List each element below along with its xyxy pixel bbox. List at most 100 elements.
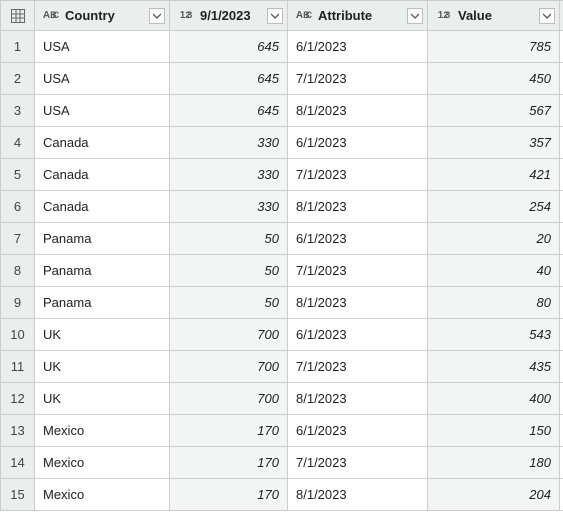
cell[interactable]: 7/1/2023: [288, 255, 428, 286]
row-number[interactable]: 15: [1, 479, 35, 510]
table-row[interactable]: 8Panama507/1/202340: [1, 255, 563, 287]
cell[interactable]: UK: [35, 383, 170, 414]
cell[interactable]: 700: [170, 383, 288, 414]
table-row[interactable]: 7Panama506/1/202320: [1, 223, 563, 255]
row-number[interactable]: 14: [1, 447, 35, 478]
cell[interactable]: 330: [170, 127, 288, 158]
cell[interactable]: 150: [428, 415, 560, 446]
table-row[interactable]: 5Canada3307/1/2023421: [1, 159, 563, 191]
row-number[interactable]: 11: [1, 351, 35, 382]
row-number[interactable]: 12: [1, 383, 35, 414]
cell[interactable]: UK: [35, 319, 170, 350]
column-header-country[interactable]: ABC Country: [35, 1, 170, 30]
cell[interactable]: 8/1/2023: [288, 287, 428, 318]
cell[interactable]: 170: [170, 479, 288, 510]
cell[interactable]: Panama: [35, 287, 170, 318]
cell[interactable]: 645: [170, 95, 288, 126]
cell[interactable]: 6/1/2023: [288, 31, 428, 62]
select-all-corner[interactable]: [1, 1, 35, 30]
cell[interactable]: USA: [35, 31, 170, 62]
column-header-9-1-2023[interactable]: 123 9/1/2023: [170, 1, 288, 30]
row-number[interactable]: 1: [1, 31, 35, 62]
table-row[interactable]: 4Canada3306/1/2023357: [1, 127, 563, 159]
row-number[interactable]: 10: [1, 319, 35, 350]
cell[interactable]: 20: [428, 223, 560, 254]
row-number[interactable]: 2: [1, 63, 35, 94]
cell[interactable]: USA: [35, 95, 170, 126]
cell[interactable]: 543: [428, 319, 560, 350]
cell[interactable]: USA: [35, 63, 170, 94]
filter-dropdown[interactable]: [539, 8, 555, 24]
cell[interactable]: 700: [170, 319, 288, 350]
table-row[interactable]: 14Mexico1707/1/2023180: [1, 447, 563, 479]
cell[interactable]: Panama: [35, 223, 170, 254]
row-number[interactable]: 8: [1, 255, 35, 286]
table-row[interactable]: 3USA6458/1/2023567: [1, 95, 563, 127]
cell[interactable]: 7/1/2023: [288, 351, 428, 382]
table-row[interactable]: 9Panama508/1/202380: [1, 287, 563, 319]
cell[interactable]: 400: [428, 383, 560, 414]
cell[interactable]: Panama: [35, 255, 170, 286]
cell[interactable]: 6/1/2023: [288, 127, 428, 158]
table-row[interactable]: 6Canada3308/1/2023254: [1, 191, 563, 223]
table-row[interactable]: 2USA6457/1/2023450: [1, 63, 563, 95]
cell[interactable]: 8/1/2023: [288, 383, 428, 414]
cell[interactable]: 170: [170, 415, 288, 446]
column-header-attribute[interactable]: ABC Attribute: [288, 1, 428, 30]
table-row[interactable]: 13Mexico1706/1/2023150: [1, 415, 563, 447]
row-number[interactable]: 13: [1, 415, 35, 446]
cell[interactable]: Mexico: [35, 479, 170, 510]
cell[interactable]: 330: [170, 191, 288, 222]
column-header-value[interactable]: 123 Value: [428, 1, 560, 30]
row-number[interactable]: 5: [1, 159, 35, 190]
cell[interactable]: 40: [428, 255, 560, 286]
cell[interactable]: 6/1/2023: [288, 319, 428, 350]
cell[interactable]: 170: [170, 447, 288, 478]
row-number[interactable]: 3: [1, 95, 35, 126]
cell[interactable]: 7/1/2023: [288, 63, 428, 94]
filter-dropdown[interactable]: [149, 8, 165, 24]
cell[interactable]: 8/1/2023: [288, 95, 428, 126]
row-number[interactable]: 9: [1, 287, 35, 318]
cell[interactable]: Mexico: [35, 447, 170, 478]
cell[interactable]: Mexico: [35, 415, 170, 446]
cell[interactable]: 50: [170, 223, 288, 254]
cell[interactable]: 785: [428, 31, 560, 62]
cell[interactable]: Canada: [35, 127, 170, 158]
row-number[interactable]: 6: [1, 191, 35, 222]
row-number[interactable]: 7: [1, 223, 35, 254]
cell[interactable]: 80: [428, 287, 560, 318]
cell[interactable]: 7/1/2023: [288, 159, 428, 190]
table-row[interactable]: 15Mexico1708/1/2023204: [1, 479, 563, 511]
cell[interactable]: Canada: [35, 191, 170, 222]
cell[interactable]: UK: [35, 351, 170, 382]
cell[interactable]: 204: [428, 479, 560, 510]
table-row[interactable]: 10UK7006/1/2023543: [1, 319, 563, 351]
cell[interactable]: 700: [170, 351, 288, 382]
cell[interactable]: 8/1/2023: [288, 479, 428, 510]
cell[interactable]: 645: [170, 31, 288, 62]
cell[interactable]: 435: [428, 351, 560, 382]
cell[interactable]: 6/1/2023: [288, 223, 428, 254]
chevron-down-icon: [543, 12, 551, 20]
cell[interactable]: Canada: [35, 159, 170, 190]
filter-dropdown[interactable]: [267, 8, 283, 24]
cell[interactable]: 180: [428, 447, 560, 478]
table-row[interactable]: 11UK7007/1/2023435: [1, 351, 563, 383]
cell[interactable]: 450: [428, 63, 560, 94]
cell[interactable]: 567: [428, 95, 560, 126]
cell[interactable]: 50: [170, 255, 288, 286]
table-row[interactable]: 12UK7008/1/2023400: [1, 383, 563, 415]
cell[interactable]: 8/1/2023: [288, 191, 428, 222]
cell[interactable]: 357: [428, 127, 560, 158]
table-row[interactable]: 1USA6456/1/2023785: [1, 31, 563, 63]
cell[interactable]: 254: [428, 191, 560, 222]
cell[interactable]: 645: [170, 63, 288, 94]
row-number[interactable]: 4: [1, 127, 35, 158]
cell[interactable]: 7/1/2023: [288, 447, 428, 478]
filter-dropdown[interactable]: [407, 8, 423, 24]
cell[interactable]: 421: [428, 159, 560, 190]
cell[interactable]: 330: [170, 159, 288, 190]
cell[interactable]: 50: [170, 287, 288, 318]
cell[interactable]: 6/1/2023: [288, 415, 428, 446]
